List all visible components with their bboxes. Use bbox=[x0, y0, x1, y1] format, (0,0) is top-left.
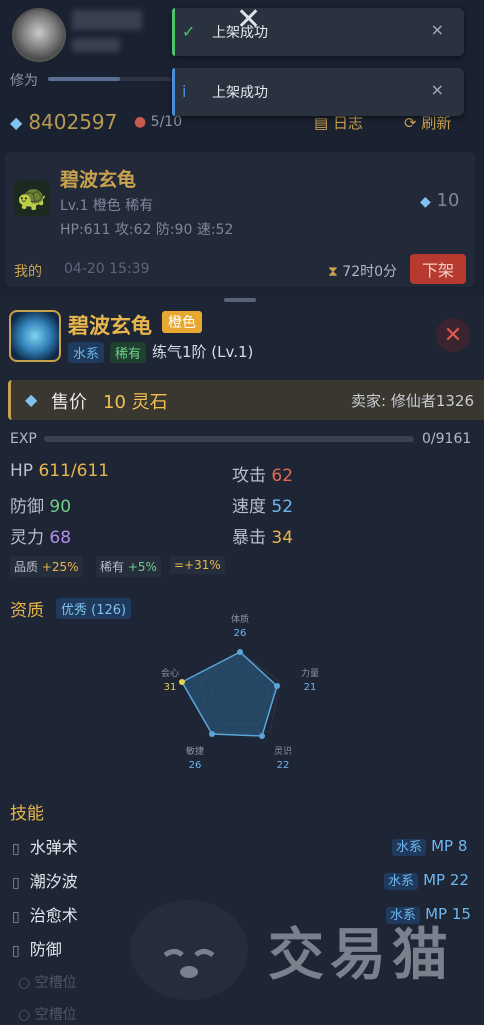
radar-point bbox=[237, 649, 243, 655]
radar-label: 会心 bbox=[161, 667, 179, 679]
stat-speed: 速度 52 bbox=[232, 497, 294, 517]
rarity-modifier: 稀有 +5% bbox=[96, 556, 161, 577]
turtle-icon: 🐢 bbox=[14, 180, 50, 216]
radar-value: 26 bbox=[189, 760, 202, 771]
diamond-icon: ◆ bbox=[10, 112, 23, 132]
bag-icon: ● bbox=[134, 114, 147, 130]
empty-skill-slot[interactable]: ○ 空槽位 bbox=[18, 972, 77, 992]
close-icon[interactable]: × bbox=[431, 80, 444, 99]
aptitude-title: 资质 bbox=[10, 601, 44, 621]
delist-button[interactable]: 下架 bbox=[410, 254, 466, 284]
stat-attack: 攻击 62 bbox=[232, 466, 294, 486]
spirit-stone-balance: ◆ 8402597 bbox=[10, 110, 117, 134]
toast-success: ✓ 上架成功 × bbox=[172, 8, 464, 56]
close-icon[interactable]: ✕ bbox=[236, 2, 261, 37]
pet-name: 碧波玄龟 bbox=[68, 314, 152, 338]
slot-circle-icon: ○ bbox=[18, 975, 31, 991]
refresh-icon: ⟳ bbox=[404, 114, 417, 132]
cat-logo-icon bbox=[130, 900, 248, 1000]
price-bar: ◆ 售价 10 灵石 卖家: 修仙者1326 bbox=[8, 380, 484, 420]
exp-label: EXP bbox=[10, 431, 37, 447]
blurred-id bbox=[72, 38, 120, 52]
skill-cost: 水系 MP 8 bbox=[392, 836, 467, 856]
radar-point bbox=[259, 733, 265, 739]
stat-spirit: 灵力 68 bbox=[10, 528, 72, 548]
hourglass-icon: ⧗ bbox=[328, 264, 338, 280]
info-icon: i bbox=[182, 82, 187, 101]
watermark: 交易猫 bbox=[130, 900, 454, 1000]
exp-bar bbox=[44, 436, 414, 442]
realm-label: 练气1阶 (Lv.1) bbox=[152, 343, 254, 361]
radar-point bbox=[274, 683, 280, 689]
skill-row[interactable]: ▯ 治愈术 bbox=[12, 902, 78, 926]
skills-title: 技能 bbox=[10, 804, 44, 824]
listing-price: ◆ 10 bbox=[420, 190, 460, 211]
spirit-stone-count: 8402597 bbox=[28, 110, 118, 134]
diamond-icon: ◆ bbox=[420, 194, 431, 210]
radar-value: 26 bbox=[234, 628, 247, 639]
skill-bullet-icon: ▯ bbox=[12, 909, 20, 925]
listing-level: Lv.1 橙色 稀有 bbox=[60, 198, 154, 214]
stat-defense: 防御 90 bbox=[10, 497, 72, 517]
blurred-username bbox=[72, 10, 142, 30]
radar-point bbox=[179, 679, 185, 685]
listing-name: 碧波玄龟 bbox=[60, 169, 137, 191]
watermark-text: 交易猫 bbox=[268, 922, 454, 988]
listing-time: 04-20 15:39 bbox=[64, 261, 150, 277]
skill-row[interactable]: ▯ 潮汐波 bbox=[12, 868, 78, 892]
seller-label: 卖家: 修仙者1326 bbox=[351, 392, 474, 410]
aptitude-radar: 体质 26 力量 21 灵识 22 敏捷 26 会心 31 bbox=[161, 613, 319, 771]
total-modifier: =+31% bbox=[170, 556, 225, 574]
toast-text: 上架成功 bbox=[212, 85, 268, 101]
radar-label: 灵识 bbox=[274, 746, 292, 757]
quality-modifier: 品质 +25% bbox=[10, 556, 83, 577]
exp-value: 0/9161 bbox=[422, 431, 472, 447]
owner-label: 我的 bbox=[14, 264, 42, 280]
radar-point bbox=[209, 731, 215, 737]
drag-handle[interactable] bbox=[224, 298, 256, 302]
stat-hp: HP 611/611 bbox=[10, 461, 110, 481]
listing-slots: ● 5/10 bbox=[134, 114, 183, 130]
pet-portrait bbox=[9, 310, 61, 362]
slot-circle-icon: ○ bbox=[18, 1007, 31, 1023]
radar-value: 21 bbox=[304, 682, 317, 693]
close-icon: ✕ bbox=[443, 322, 463, 348]
skill-bullet-icon: ▯ bbox=[12, 943, 20, 959]
rarity-tag: 稀有 bbox=[110, 342, 147, 363]
skill-row[interactable]: ▯ 水弹术 bbox=[12, 834, 78, 858]
quality-badge: 橙色 bbox=[162, 311, 202, 333]
skill-cost: 水系 MP 22 bbox=[384, 870, 469, 890]
price-label: 售价 bbox=[51, 392, 87, 413]
close-icon[interactable]: × bbox=[431, 20, 444, 39]
empty-skill-slot[interactable]: ○ 空槽位 bbox=[18, 1004, 77, 1024]
diamond-icon: ◆ bbox=[25, 390, 38, 409]
radar-value: 22 bbox=[277, 760, 290, 771]
price-value: 10 灵石 bbox=[103, 392, 168, 413]
avatar[interactable] bbox=[12, 8, 66, 62]
close-button[interactable]: ✕ bbox=[436, 318, 470, 352]
check-icon: ✓ bbox=[182, 22, 196, 41]
skill-row[interactable]: ▯ 防御 bbox=[12, 936, 62, 960]
stat-crit: 暴击 34 bbox=[232, 528, 294, 548]
skill-bullet-icon: ▯ bbox=[12, 841, 20, 857]
element-tag: 水系 bbox=[68, 342, 105, 363]
radar-area bbox=[180, 651, 278, 737]
radar-label: 敏捷 bbox=[186, 745, 204, 757]
radar-label: 体质 bbox=[231, 613, 249, 625]
toast-info: i 上架成功 × bbox=[172, 68, 464, 116]
cultivation-label: 修为 bbox=[10, 73, 38, 89]
log-icon: ▤ bbox=[314, 114, 329, 132]
listing-stats: HP:611 攻:62 防:90 速:52 bbox=[60, 222, 234, 238]
radar-label: 力量 bbox=[301, 667, 319, 679]
radar-value: 31 bbox=[164, 682, 177, 693]
time-left: ⧗ 72时0分 bbox=[328, 264, 398, 280]
skill-bullet-icon: ▯ bbox=[12, 875, 20, 891]
